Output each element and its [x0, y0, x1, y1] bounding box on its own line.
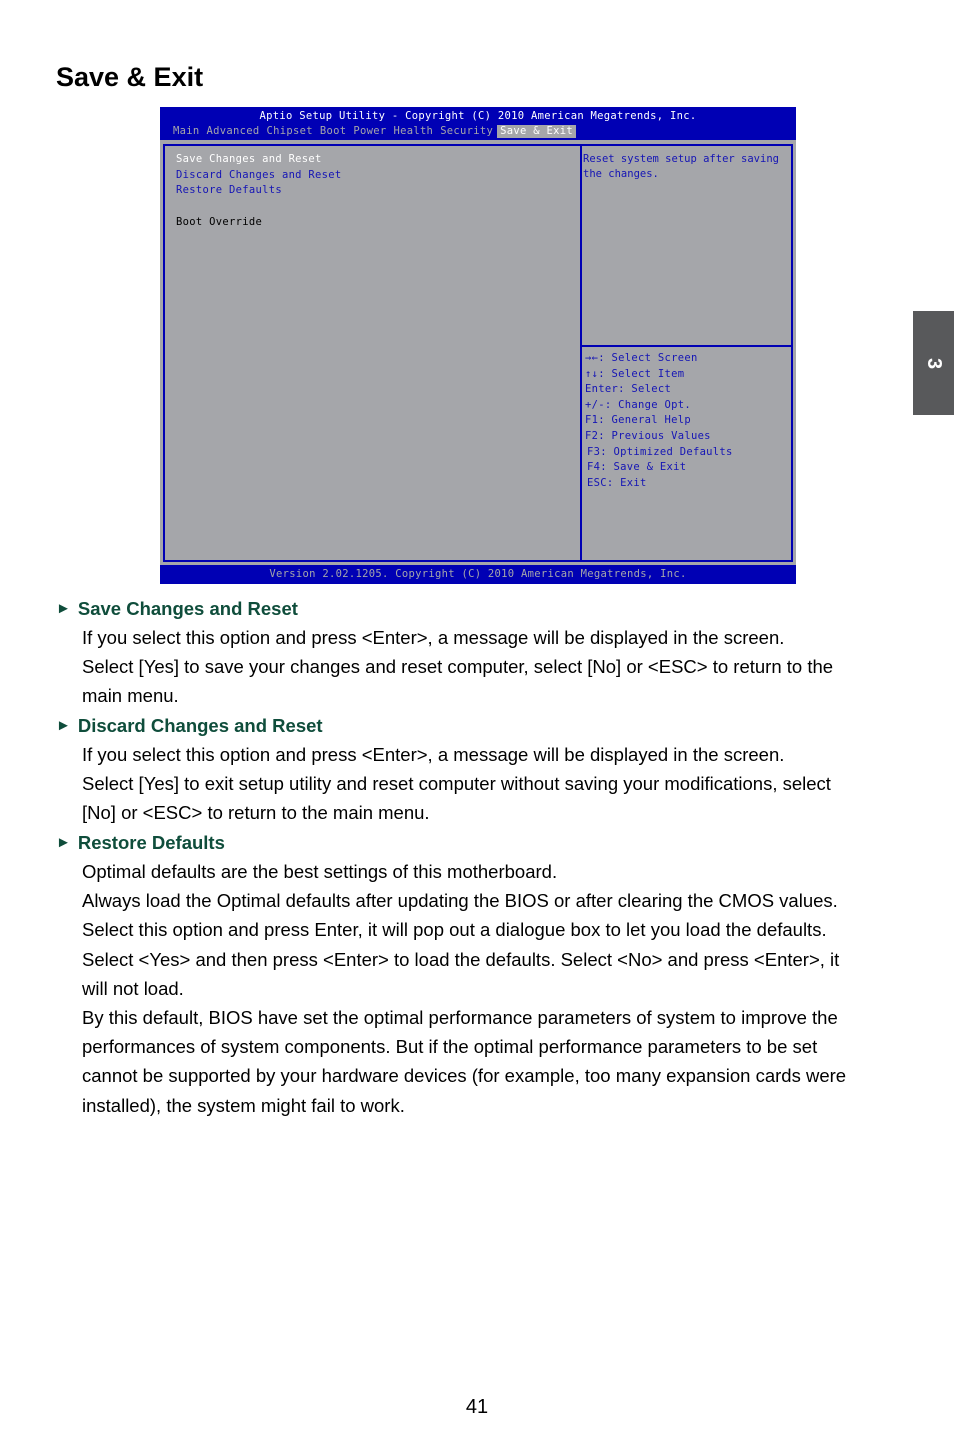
key-f1-help: F1: General Help	[585, 414, 691, 427]
section-body: Optimal defaults are the best settings o…	[82, 857, 906, 1120]
bios-frame: Save Changes and Reset Discard Changes a…	[163, 144, 793, 562]
body-line: By this default, BIOS have set the optim…	[82, 1007, 838, 1029]
triangle-right-icon: ►	[56, 600, 71, 617]
bios-divider-horizontal	[582, 345, 791, 347]
body-line: Always load the Optimal defaults after u…	[82, 890, 838, 912]
chapter-tab: 3	[913, 311, 954, 415]
section-heading-text: Discard Changes and Reset	[77, 715, 323, 736]
bios-tab-health[interactable]: Health	[390, 125, 436, 138]
section-heading: ► Discard Changes and Reset	[56, 711, 906, 740]
section-restore-defaults: ► Restore Defaults Optimal defaults are …	[56, 828, 906, 1120]
bios-menu-item-save-changes-reset[interactable]: Save Changes and Reset	[176, 152, 342, 168]
chapter-number: 3	[923, 357, 945, 369]
bios-divider-vertical	[580, 146, 582, 560]
body-line: Select <Yes> and then press <Enter> to l…	[82, 948, 840, 970]
key-f2-previous: F2: Previous Values	[585, 429, 711, 442]
section-heading-text: Save Changes and Reset	[77, 598, 298, 619]
key-select-screen: →←: Select Screen	[585, 352, 698, 364]
bios-tab-bar: Main Advanced Chipset Boot Power Health …	[170, 125, 577, 138]
key-select-item: ↑↓: Select Item	[585, 367, 685, 380]
bios-menu-item-restore-defaults[interactable]: Restore Defaults	[176, 183, 342, 199]
bios-menu-spacer	[176, 199, 342, 215]
bios-tab-security[interactable]: Security	[437, 125, 496, 138]
body-line: Optimal defaults are the best settings o…	[82, 861, 558, 882]
body-line: Select this option and press Enter, it w…	[82, 919, 827, 941]
body-line: cannot be supported by your hardware dev…	[82, 1065, 847, 1087]
triangle-right-icon: ►	[56, 717, 71, 734]
body-line: Select [Yes] to exit setup utility and r…	[82, 773, 831, 795]
section-save-changes-reset: ► Save Changes and Reset If you select t…	[56, 594, 906, 711]
bios-screenshot: Aptio Setup Utility - Copyright (C) 2010…	[160, 107, 796, 584]
triangle-right-icon: ►	[56, 834, 71, 851]
key-f4-save-exit: F4: Save & Exit	[587, 461, 687, 474]
bios-tab-power[interactable]: Power	[350, 125, 389, 138]
body-line: performances of system components. But i…	[82, 1036, 818, 1058]
section-discard-changes-reset: ► Discard Changes and Reset If you selec…	[56, 711, 906, 828]
body-line: main menu.	[82, 685, 179, 707]
bios-title: Aptio Setup Utility - Copyright (C) 2010…	[259, 110, 697, 122]
key-f3-defaults: F3: Optimized Defaults	[587, 445, 733, 458]
body-line: If you select this option and press <Ent…	[82, 744, 785, 765]
page-number: 41	[465, 1396, 489, 1418]
bios-help-text: Reset system setup after saving the chan…	[583, 153, 779, 180]
section-body: If you select this option and press <Ent…	[82, 623, 906, 711]
bios-tab-chipset[interactable]: Chipset	[263, 125, 315, 138]
bios-tab-advanced[interactable]: Advanced	[204, 125, 263, 138]
key-enter-select: Enter: Select	[585, 383, 672, 396]
bios-tab-save-exit[interactable]: Save & Exit	[497, 125, 577, 138]
body-line: installed), the system might fail to wor…	[82, 1094, 405, 1116]
bios-menu-item-boot-override: Boot Override	[176, 215, 263, 228]
bios-tab-boot[interactable]: Boot	[317, 125, 350, 138]
body-line: If you select this option and press <Ent…	[82, 627, 785, 648]
section-heading-text: Restore Defaults	[77, 832, 225, 853]
bios-key-legend: →←: Select Screen ↑↓: Select Item Enter:…	[585, 351, 733, 491]
body-line: will not load.	[82, 977, 184, 999]
page-title: Save & Exit	[56, 62, 204, 92]
section-heading: ► Save Changes and Reset	[56, 594, 906, 623]
bios-tab-main[interactable]: Main	[170, 125, 203, 138]
bios-menu: Save Changes and Reset Discard Changes a…	[176, 152, 342, 230]
section-body: If you select this option and press <Ent…	[82, 740, 906, 828]
body-line: [No] or <ESC> to return to the main menu…	[82, 802, 430, 824]
bios-footer: Version 2.02.1205. Copyright (C) 2010 Am…	[160, 565, 796, 584]
section-heading: ► Restore Defaults	[56, 828, 906, 857]
bios-header: Aptio Setup Utility - Copyright (C) 2010…	[160, 107, 796, 140]
key-change-opt: +/-: Change Opt.	[585, 398, 691, 411]
key-esc-exit: ESC: Exit	[587, 476, 647, 489]
bios-menu-item-discard-changes-reset[interactable]: Discard Changes and Reset	[176, 168, 342, 184]
body-line: Select [Yes] to save your changes and re…	[82, 656, 834, 678]
